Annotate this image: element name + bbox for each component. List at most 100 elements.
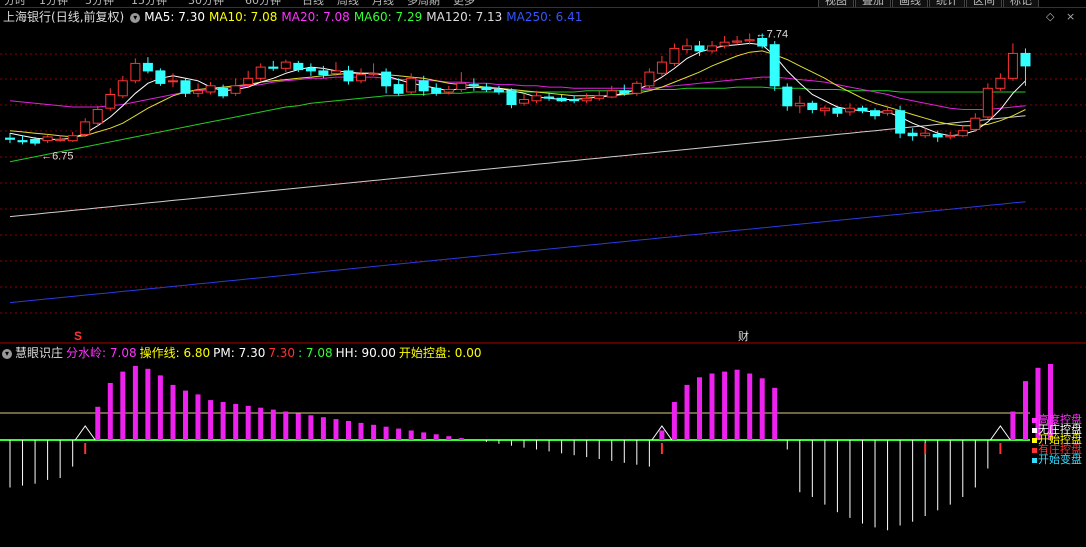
control-bar [759, 378, 765, 441]
candle-body [67, 135, 78, 142]
candle-body [957, 130, 968, 137]
candle-body [656, 61, 667, 74]
control-bar [772, 387, 778, 441]
control-bar [747, 373, 753, 440]
candle-body [418, 80, 429, 92]
indicator-legend: 高度控盘 无庄控盘 开始控盘 有庄控盘 开始变盘 [1032, 414, 1082, 466]
candle-body [330, 70, 341, 74]
control-bar [120, 371, 126, 440]
candle-body [42, 136, 53, 142]
candle-body [794, 102, 805, 107]
candle-body [406, 77, 417, 93]
candle-body [105, 94, 116, 109]
candle-body [193, 90, 203, 94]
candle-body [506, 90, 517, 106]
control-bar [258, 407, 264, 440]
ma120-line [9, 115, 1026, 218]
candle-body [130, 62, 141, 82]
candle-body [782, 86, 793, 107]
control-bar [446, 436, 452, 440]
candle-body [644, 71, 655, 87]
indicator-value: 分水岭: 7.08 [66, 346, 137, 360]
control-bar [722, 371, 728, 440]
candle-body [970, 117, 981, 130]
indicator-value: 操作线: 6.80 [139, 346, 211, 360]
candle-body [719, 41, 730, 47]
candle-body [443, 89, 454, 93]
candle-body [707, 45, 717, 52]
indicator-value: : 7.08 [298, 346, 333, 360]
control-bar [421, 432, 427, 440]
control-bar [183, 390, 188, 440]
candle-body [606, 90, 617, 98]
candle-body [556, 97, 567, 102]
high-price-label: ←7.74 [756, 28, 788, 40]
control-bar [458, 438, 464, 440]
candle-body [117, 80, 128, 97]
control-bar [659, 430, 665, 440]
control-bar [1023, 381, 1028, 440]
candle-body [280, 61, 291, 69]
candle-body [769, 44, 780, 87]
candle-body [1007, 52, 1018, 79]
candle-body [895, 110, 906, 134]
candle-body [694, 45, 705, 52]
candle-body [456, 82, 467, 91]
legend-swatch [1032, 458, 1037, 463]
control-bar [132, 365, 138, 440]
candle-body [832, 107, 843, 114]
candle-body [544, 96, 555, 99]
control-bar [734, 369, 740, 440]
indicator-value: 7.30 [268, 346, 296, 360]
indicator-legend-item: 开始变盘 [1032, 453, 1082, 466]
price-chart[interactable]: ←7.74 ←6.75 S 财 [0, 0, 1086, 547]
candle-body [356, 74, 366, 82]
candle-body [844, 107, 855, 113]
candle-body [218, 87, 229, 97]
candle-body [17, 140, 28, 143]
control-bar [233, 403, 239, 440]
low-price-label: ←6.75 [41, 151, 73, 163]
candle-body [581, 97, 592, 102]
ma10-line [9, 50, 1026, 138]
candle-body [393, 84, 404, 94]
candle-body [205, 85, 216, 93]
control-bar [208, 400, 214, 440]
candle-body [180, 80, 191, 94]
signal-marker: S [74, 329, 82, 343]
candle-body [155, 70, 166, 84]
control-bar [709, 373, 715, 440]
candle-body [531, 95, 542, 102]
control-bar [383, 426, 389, 440]
control-bar [245, 405, 251, 440]
candle-body [932, 133, 943, 138]
ma60-line [9, 86, 1026, 163]
control-bar [220, 402, 226, 440]
candle-body [80, 121, 91, 135]
candle-body [819, 107, 830, 112]
indicator-value: HH: 90.00 [335, 346, 396, 360]
candle-body [55, 138, 66, 142]
control-bar [145, 368, 151, 441]
turn-marker [989, 425, 1011, 441]
candle-body [569, 99, 580, 102]
candle-body [920, 132, 931, 137]
candle-body [594, 95, 605, 99]
candle-body [995, 77, 1006, 89]
turn-marker [74, 425, 96, 441]
candle-body [631, 82, 642, 94]
finance-marker: 财 [738, 329, 749, 343]
control-bar [320, 417, 326, 440]
indicator-menu-icon[interactable]: ▾ [2, 348, 12, 359]
control-bar [295, 413, 301, 440]
legend-swatch [1032, 428, 1037, 433]
control-bar [107, 383, 113, 440]
legend-label: 开始变盘 [1038, 453, 1082, 466]
control-bar [358, 422, 364, 440]
candle-body [5, 137, 15, 140]
control-bar [170, 384, 176, 440]
candle-body [732, 40, 743, 43]
candle-body [945, 135, 956, 138]
candle-body [807, 102, 818, 111]
indicator-value: PM: 7.30 [213, 346, 266, 360]
